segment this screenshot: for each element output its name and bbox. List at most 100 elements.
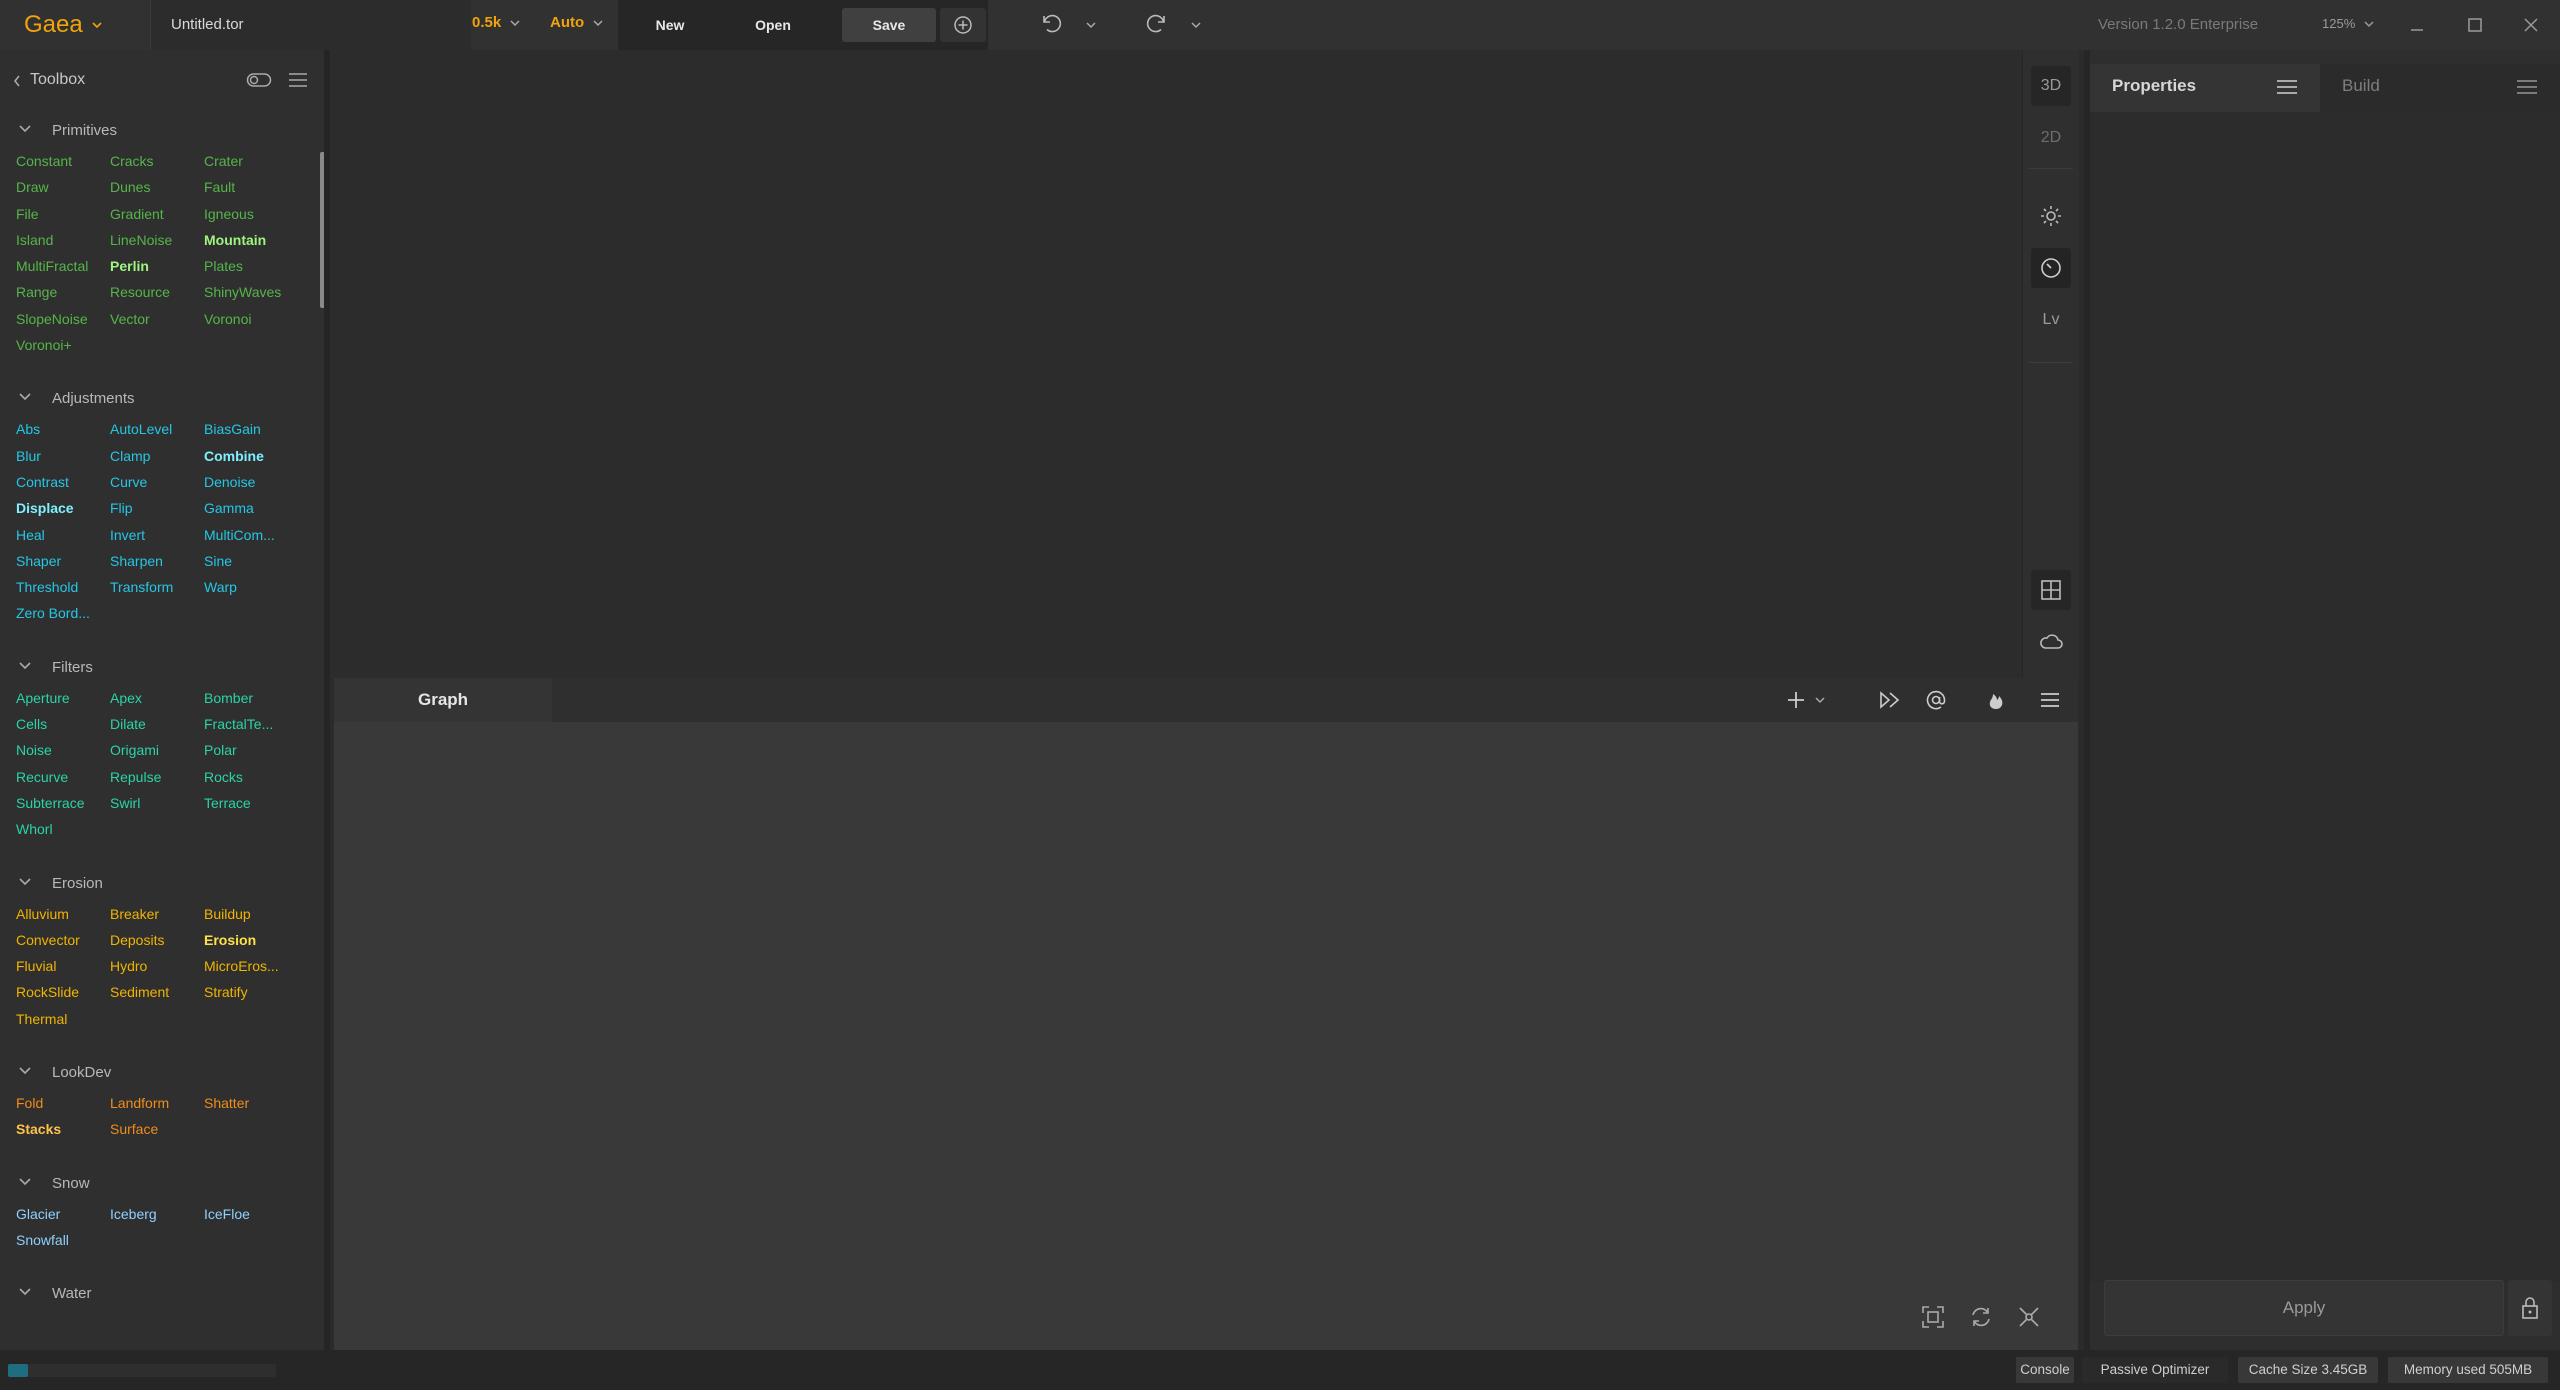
add-node-icon[interactable] [1784,688,1808,712]
toggle-icon[interactable] [246,72,272,88]
layout-button[interactable] [2031,570,2071,610]
toolbox-node[interactable]: Dunes [110,174,204,200]
toolbox-node[interactable]: Hydro [110,953,204,979]
section-header[interactable]: Adjustments [0,380,320,416]
optimizer-status[interactable]: Passive Optimizer [2082,1357,2228,1383]
toolbox-node[interactable]: IceFloe [204,1201,304,1227]
toolbox-node[interactable]: Iceberg [110,1201,204,1227]
toolbox-node[interactable]: Fluvial [16,953,110,979]
toolbox-node[interactable]: Whorl [16,816,110,842]
3d-viewport[interactable] [330,50,2022,678]
maximize-icon[interactable] [2466,16,2484,34]
toolbox-node[interactable]: Landform [110,1090,204,1116]
lock-button[interactable] [2508,1280,2552,1336]
file-tab[interactable]: Untitled.tor [150,0,471,50]
toolbox-node[interactable]: Curve [110,469,204,495]
toolbox-node[interactable]: MultiFractal [16,253,110,279]
render-mode-button[interactable] [2031,248,2071,288]
toolbox-node[interactable]: Sediment [110,979,204,1005]
toolbox-node[interactable]: Stacks [16,1116,110,1142]
toolbox-node[interactable]: Gradient [110,201,204,227]
toolbox-node[interactable]: Voronoi [204,306,304,332]
toolbox-node[interactable]: Constant [16,148,110,174]
mode-dropdown[interactable]: Auto [550,14,604,31]
toolbox-node[interactable]: Contrast [16,469,110,495]
undo-icon[interactable] [1038,12,1064,36]
toolbox-node[interactable]: Deposits [110,927,204,953]
toolbox-node[interactable]: Island [16,227,110,253]
tab-build[interactable]: Build [2320,64,2560,112]
toolbox-node[interactable]: Heal [16,522,110,548]
toolbox-node[interactable]: Displace [16,495,110,521]
toolbox-node[interactable]: Abs [16,416,110,442]
section-header[interactable]: Primitives [0,112,320,148]
toolbox-node[interactable]: Bomber [204,685,304,711]
app-menu[interactable]: Gaea [24,9,103,41]
toolbox-node[interactable]: Zero Bord... [16,600,110,626]
toolbox-node[interactable]: Perlin [110,253,204,279]
toolbox-node[interactable]: File [16,201,110,227]
toolbox-node[interactable]: Swirl [110,790,204,816]
toolbox-node[interactable]: AutoLevel [110,416,204,442]
toolbox-node[interactable]: Range [16,279,110,305]
zoom-dropdown[interactable]: 125% [2322,16,2375,31]
chevron-down-icon[interactable] [1814,694,1826,706]
toolbox-node[interactable]: Cracks [110,148,204,174]
toolbox-node[interactable]: Warp [204,574,304,600]
fit-view-icon[interactable] [1920,1304,1946,1330]
toolbox-node[interactable]: Denoise [204,469,304,495]
toolbox-node[interactable]: Buildup [204,901,304,927]
toolbox-node[interactable]: Sharpen [110,548,204,574]
toolbox-node[interactable]: Breaker [110,901,204,927]
toolbox-scrollbar[interactable] [320,152,324,308]
toolbox-node[interactable]: Fold [16,1090,110,1116]
toolbox-node[interactable]: Voronoi+ [16,332,110,358]
toolbox-node[interactable]: MultiCom... [204,522,304,548]
toolbox-node[interactable]: Convector [16,927,110,953]
fast-forward-icon[interactable] [1878,688,1902,712]
toolbox-node[interactable]: BiasGain [204,416,304,442]
toolbox-node[interactable]: Thermal [16,1006,110,1032]
toolbox-node[interactable]: Plates [204,253,304,279]
graph-canvas[interactable] [334,722,2078,1350]
toolbox-node[interactable]: Igneous [204,201,304,227]
cloud-button[interactable] [2031,622,2071,662]
toolbox-node[interactable]: Surface [110,1116,204,1142]
toolbox-node[interactable]: Draw [16,174,110,200]
toolbox-node[interactable]: Subterrace [16,790,110,816]
minimize-icon[interactable] [2408,16,2426,34]
toolbox-node[interactable]: Gamma [204,495,304,521]
flame-icon[interactable] [1984,688,2008,712]
console-button[interactable]: Console [2016,1357,2074,1383]
level-button[interactable]: Lv [2031,300,2071,340]
toolbox-node[interactable]: Vector [110,306,204,332]
hamburger-menu-icon[interactable] [2038,688,2062,712]
toolbox-node[interactable]: Invert [110,522,204,548]
open-button[interactable]: Open [730,8,816,42]
toolbox-node[interactable]: Alluvium [16,901,110,927]
auto-layout-icon[interactable] [2016,1304,2042,1330]
refresh-icon[interactable] [1968,1304,1994,1330]
toolbox-node[interactable]: Dilate [110,711,204,737]
section-header[interactable]: LookDev [0,1054,320,1090]
section-header[interactable]: Water [0,1275,320,1311]
toolbox-node[interactable]: Mountain [204,227,304,253]
toolbox-node[interactable]: Snowfall [16,1227,110,1253]
undo-history-chevron-icon[interactable] [1085,19,1097,31]
hamburger-menu-icon[interactable] [288,72,308,88]
toolbox-node[interactable]: Origami [110,737,204,763]
toolbox-node[interactable]: Sine [204,548,304,574]
toolbox-node[interactable]: LineNoise [110,227,204,253]
section-header[interactable]: Filters [0,649,320,685]
toolbox-node[interactable]: Recurve [16,764,110,790]
toolbox-node[interactable]: Aperture [16,685,110,711]
tab-graph[interactable]: Graph [334,678,552,722]
toolbox-node[interactable]: Transform [110,574,204,600]
save-button[interactable]: Save [842,8,936,42]
new-button[interactable]: New [630,8,710,42]
toolbox-node[interactable]: Rocks [204,764,304,790]
view-3d-button[interactable]: 3D [2031,66,2071,106]
redo-icon[interactable] [1144,12,1170,36]
lighting-button[interactable] [2031,196,2071,236]
toolbox-node[interactable]: Cells [16,711,110,737]
